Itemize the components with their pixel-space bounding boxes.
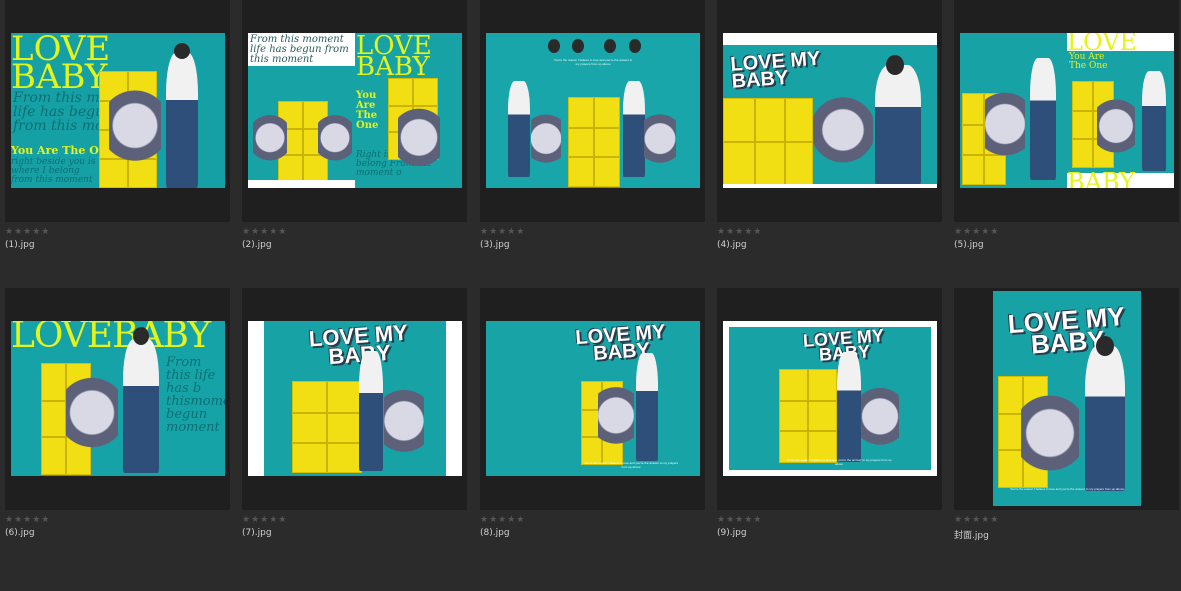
thumb-left-photo: [248, 66, 355, 180]
thumbnail-image[interactable]: You're the reason I believe in love and …: [486, 33, 700, 188]
thumb-right-panel: LOVE You Are The One BABY: [1067, 33, 1174, 188]
mini-portrait: [604, 39, 616, 53]
thumb-body-text: From this m life has begu from this mo: [13, 90, 105, 134]
groom-head: [133, 327, 149, 345]
bride-figure: [318, 91, 352, 176]
thumbnail-image[interactable]: From this moment life has begun from thi…: [248, 33, 462, 188]
thumb-photo: LOVE MY BABY: [723, 45, 937, 184]
thumb-extra-text: right beside you is where I belong from …: [11, 157, 96, 185]
thumbnail-grid: LOVE BABY From this m life has begu from…: [0, 0, 1181, 591]
groom-head: [886, 55, 904, 75]
thumb-right-photo: You Are The One: [1067, 51, 1174, 173]
rating-stars[interactable]: ★★★★★: [480, 227, 525, 237]
thumb-title-text: LOVE: [1067, 33, 1138, 56]
bride-figure: [861, 357, 899, 465]
bride-figure: [66, 341, 118, 471]
mini-portrait: [572, 39, 584, 53]
rating-stars[interactable]: ★★★★★: [480, 515, 525, 525]
thumbnail-image[interactable]: LOVE MY BABY: [723, 33, 937, 188]
thumb-caption: You're the reason I believe in love and …: [583, 461, 679, 469]
bride-figure: [813, 65, 873, 183]
rating-stars[interactable]: ★★★★★: [954, 515, 999, 525]
file-name: (6).jpg: [5, 528, 35, 538]
groom-figure: [508, 81, 530, 177]
file-name: (2).jpg: [242, 240, 272, 250]
bride-figure: [985, 58, 1025, 178]
groom-figure: [1030, 58, 1056, 180]
bride-figure: [253, 91, 287, 176]
thumbnail-card[interactable]: You're the reason I believe in love and …: [480, 0, 705, 250]
groom-figure: [1142, 71, 1166, 171]
thumb-left-panel: From this moment life has begun from thi…: [248, 33, 355, 188]
thumb-body-text: From this life has b thismomen begun mom…: [166, 355, 225, 435]
groom-figure: [636, 353, 658, 461]
yellow-shelf: [779, 369, 837, 463]
thumb-caption: You're the reason I believe in love and …: [1009, 487, 1125, 491]
groom-figure: [623, 81, 645, 177]
thumbnail-image[interactable]: LOVE You Are The One BABY: [960, 33, 1174, 188]
thumb-caption: You're the reason I believe in love and …: [786, 458, 892, 466]
thumbnail-card[interactable]: LOVE MY BABY You're the reason I believe…: [954, 288, 1179, 541]
file-name: (3).jpg: [480, 240, 510, 250]
mini-portrait: [548, 39, 560, 53]
thumbnail-card[interactable]: LOVE MY BABY You're the reason I believe…: [717, 288, 942, 538]
groom-figure: [875, 65, 921, 184]
thumbnail-image[interactable]: LOVEBABY From this life has b thismomen …: [11, 321, 225, 476]
thumbnail-image[interactable]: LOVE BABY From this m life has begu from…: [11, 33, 225, 188]
thumb-body-text: From this moment life has begun from thi…: [250, 34, 349, 65]
mini-portrait: [629, 39, 641, 53]
yellow-shelf: [292, 381, 362, 473]
bride-figure: [109, 53, 161, 185]
rating-stars[interactable]: ★★★★★: [5, 227, 50, 237]
file-name: (9).jpg: [717, 528, 747, 538]
file-name: (7).jpg: [242, 528, 272, 538]
groom-figure: [359, 351, 383, 471]
groom-head: [174, 43, 190, 59]
thumbnail-card[interactable]: LOVE You Are The One BABY ★★★★★ (5).jpg: [954, 0, 1179, 250]
thumbnail-card[interactable]: LOVE BABY From this m life has begu from…: [5, 0, 230, 250]
thumb-photo: LOVE MY BABY: [264, 321, 446, 476]
thumb-bottom-text: BABY: [1067, 168, 1136, 188]
groom-head: [1096, 336, 1114, 356]
bride-figure: [1097, 71, 1135, 171]
file-name: (8).jpg: [480, 528, 510, 538]
groom-figure: [837, 352, 861, 462]
bride-figure: [384, 356, 424, 474]
thumbnail-card[interactable]: LOVE MY BABY ★★★★★ (7).jpg: [242, 288, 467, 538]
thumb-title-text: LOVEBABY: [11, 321, 211, 356]
file-name: (1).jpg: [5, 240, 35, 250]
thumb-title-text: LOVE BABY: [356, 33, 432, 83]
file-name: 封面.jpg: [954, 531, 989, 541]
rating-stars[interactable]: ★★★★★: [954, 227, 999, 237]
thumbnail-image[interactable]: LOVE MY BABY: [248, 321, 462, 476]
thumbnail-image[interactable]: LOVE MY BABY You're the reason I believe…: [993, 291, 1141, 506]
groom-figure: [123, 339, 159, 473]
thumbnail-image[interactable]: LOVE MY BABY You're the reason I believe…: [723, 321, 937, 476]
thumbnail-image[interactable]: LOVE MY BABY You're the reason I believe…: [486, 321, 700, 476]
file-name: (5).jpg: [954, 240, 984, 250]
thumbnail-card[interactable]: LOVEBABY From this life has b thismomen …: [5, 288, 230, 538]
thumb-accent-text: You Are The One: [1069, 52, 1108, 71]
bride-figure: [644, 88, 676, 180]
rating-stars[interactable]: ★★★★★: [242, 515, 287, 525]
groom-figure: [1085, 346, 1125, 491]
rating-stars[interactable]: ★★★★★: [717, 515, 762, 525]
thumb-photo: LOVE MY BABY You're the reason I believe…: [729, 327, 931, 470]
yellow-shelf: [568, 97, 620, 187]
rating-stars[interactable]: ★★★★★: [5, 515, 50, 525]
groom-figure: [166, 53, 198, 188]
thumbnail-card[interactable]: LOVE MY BABY ★★★★★ (4).jpg: [717, 0, 942, 250]
bride-figure: [398, 78, 440, 186]
yellow-shelf: [723, 98, 813, 184]
rating-stars[interactable]: ★★★★★: [717, 227, 762, 237]
file-name: (4).jpg: [717, 240, 747, 250]
bride-figure: [1021, 356, 1079, 496]
bride-figure: [531, 88, 561, 180]
rating-stars[interactable]: ★★★★★: [242, 227, 287, 237]
thumbnail-card[interactable]: From this moment life has begun from thi…: [242, 0, 467, 250]
thumbnail-card[interactable]: LOVE MY BABY You're the reason I believe…: [480, 288, 705, 538]
thumb-caption: You're the reason I believe in love and …: [553, 58, 633, 66]
bride-figure: [598, 356, 634, 464]
